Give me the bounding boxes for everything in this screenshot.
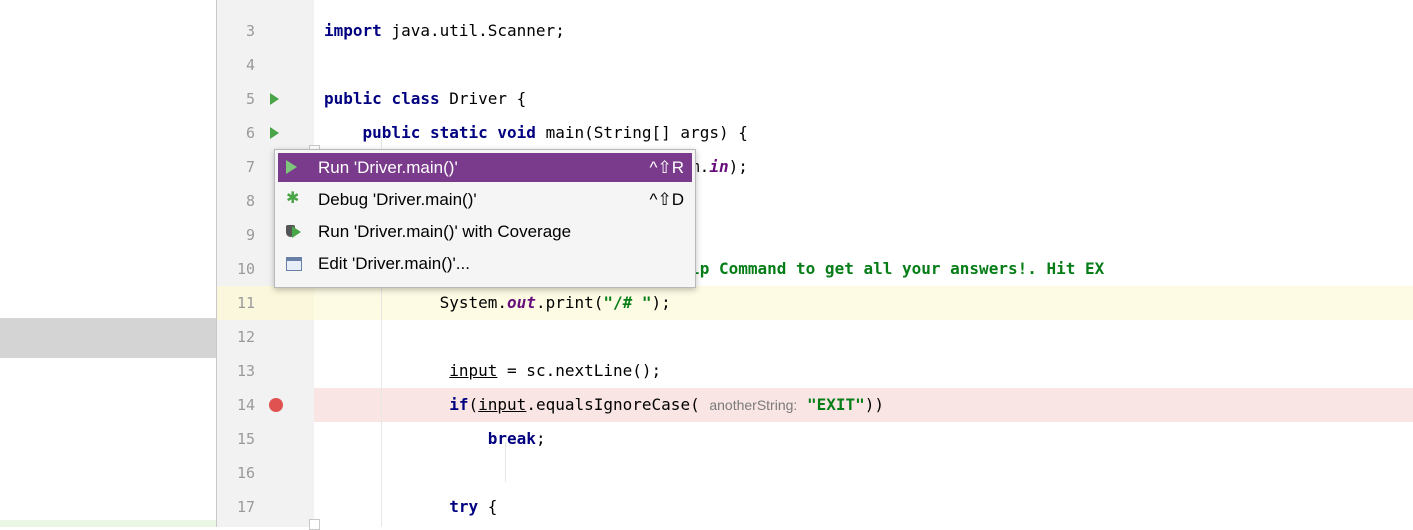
code-line-12[interactable]: 12	[217, 320, 1413, 354]
code-text-area[interactable]	[314, 456, 1413, 490]
line-number: 9	[245, 226, 255, 244]
gutter-cell[interactable]: 3	[217, 14, 314, 48]
code-text: public static void main(String[] args) {	[362, 123, 748, 142]
code-text-area[interactable]: public class Driver {	[314, 82, 1413, 116]
code-line-3[interactable]: 3 import java.util.Scanner;	[217, 14, 1413, 48]
line-number: 3	[245, 22, 255, 40]
gutter-run-icon[interactable]	[270, 127, 279, 139]
code-text-area[interactable]: import java.util.Scanner;	[314, 14, 1413, 48]
menu-item-debug[interactable]: ✱ Debug 'Driver.main()' ^⇧D	[278, 185, 692, 214]
code-line-16[interactable]: 16	[217, 456, 1413, 490]
fold-marker[interactable]	[309, 519, 320, 530]
debug-icon: ✱	[286, 190, 300, 207]
breakpoint-icon[interactable]	[269, 398, 283, 412]
menu-item-coverage[interactable]: Run 'Driver.main()' with Coverage	[278, 217, 692, 246]
code-text-area[interactable]: public static void main(String[] args) {	[314, 116, 1413, 150]
menu-item-label: Run 'Driver.main()'	[318, 158, 458, 177]
menu-item-label: Run 'Driver.main()' with Coverage	[318, 222, 572, 241]
line-number: 5	[245, 90, 255, 108]
gutter-cell[interactable]: 12	[217, 320, 314, 354]
line-number: 6	[245, 124, 255, 142]
code-text: import java.util.Scanner;	[324, 21, 565, 40]
menu-item-edit-config[interactable]: Edit 'Driver.main()'...	[278, 249, 692, 278]
code-text: try {	[449, 497, 498, 516]
gutter-cell[interactable]: 15	[217, 422, 314, 456]
line-number: 10	[236, 260, 255, 278]
selected-tree-row[interactable]	[0, 318, 216, 358]
menu-item-label: Debug 'Driver.main()'	[318, 190, 477, 209]
line-number: 16	[236, 464, 255, 482]
code-line-5[interactable]: 5 public class Driver {	[217, 82, 1413, 116]
gutter-cell[interactable]: 14	[217, 388, 314, 422]
code-text-area[interactable]: input = sc.nextLine();	[314, 354, 1413, 388]
line-number: 17	[236, 498, 255, 516]
code-text: input = sc.nextLine();	[449, 361, 662, 380]
gutter-cell[interactable]: 5	[217, 82, 314, 116]
project-panel-area	[0, 0, 216, 527]
tree-row-highlight	[0, 520, 216, 527]
code-line-15[interactable]: 15 break;	[217, 422, 1413, 456]
gutter-cell[interactable]: 17	[217, 490, 314, 524]
code-line-6[interactable]: 6 public static void main(String[] args)…	[217, 116, 1413, 150]
code-line-13[interactable]: 13 input = sc.nextLine();	[217, 354, 1413, 388]
code-text: break;	[487, 429, 546, 448]
code-text-area[interactable]: try {	[314, 490, 1413, 524]
code-line-4[interactable]: 4	[217, 48, 1413, 82]
code-text-area[interactable]: break;	[314, 422, 1413, 456]
gutter-cell[interactable]: 4	[217, 48, 314, 82]
line-number: 8	[245, 192, 255, 210]
menu-item-shortcut: ^⇧R	[649, 158, 685, 177]
code-text-area[interactable]: if(input.equalsIgnoreCase( anotherString…	[314, 388, 1413, 422]
gutter-cell[interactable]: 11	[217, 286, 314, 320]
indent-guide	[505, 442, 506, 482]
gutter-run-icon[interactable]	[270, 93, 279, 105]
line-number: 4	[245, 56, 255, 74]
line-number: 12	[236, 328, 255, 346]
line-number: 13	[236, 362, 255, 380]
code-text: public class Driver {	[324, 89, 527, 108]
menu-item-label: Edit 'Driver.main()'...	[318, 254, 470, 273]
code-text: System.out.print("/# ");	[324, 293, 671, 312]
gutter-cell[interactable]: 13	[217, 354, 314, 388]
edit-config-icon	[286, 255, 302, 271]
code-line-17[interactable]: 17 try {	[217, 490, 1413, 524]
code-line-11[interactable]: 11 System.out.print("/# ");	[217, 286, 1413, 320]
code-text: if(input.equalsIgnoreCase( anotherString…	[449, 395, 884, 414]
run-context-menu: Run 'Driver.main()' ^⇧R ✱ Debug 'Driver.mai…	[274, 149, 696, 288]
code-text-area[interactable]	[314, 320, 1413, 354]
code-text-area[interactable]: System.out.print("/# ");	[314, 286, 1413, 320]
gutter-cell[interactable]: 6	[217, 116, 314, 150]
gutter-cell[interactable]: 16	[217, 456, 314, 490]
line-number: 15	[236, 430, 255, 448]
line-number: 14	[236, 396, 255, 414]
line-number: 7	[245, 158, 255, 176]
menu-item-run[interactable]: Run 'Driver.main()' ^⇧R	[278, 153, 692, 182]
code-line-14[interactable]: 14 if(input.equalsIgnoreCase( anotherStr…	[217, 388, 1413, 422]
code-text-area[interactable]	[314, 48, 1413, 82]
line-number: 11	[236, 294, 255, 312]
menu-item-shortcut: ^⇧D	[649, 190, 685, 209]
run-icon	[286, 159, 302, 175]
